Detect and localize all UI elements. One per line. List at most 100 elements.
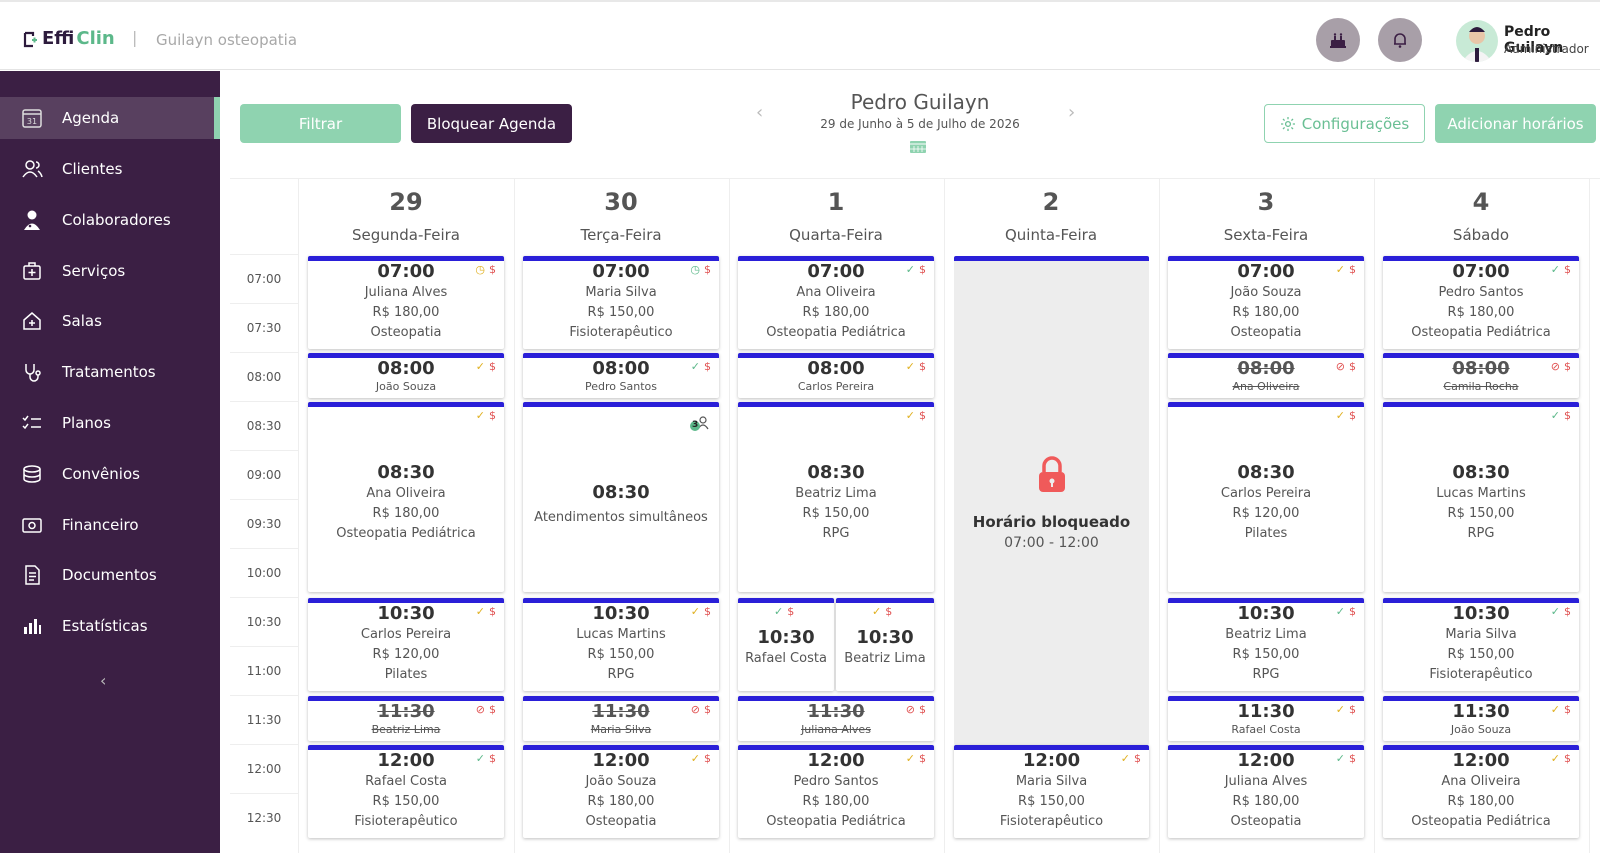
appointment-card[interactable]: ✓ $ 12:00 Pedro Santos R$ 180,00 Osteopat…: [738, 745, 934, 838]
appointment-card[interactable]: ✓ $ 12:00 Rafael Costa R$ 150,00 Fisioter…: [308, 745, 504, 838]
appointment-card[interactable]: ✓ $ 11:30 Rafael Costa: [1168, 696, 1364, 741]
payment-icon: $: [1564, 605, 1571, 618]
lock-icon: [1036, 456, 1068, 498]
appointment-card[interactable]: ✓ $ 10:30 Rafael Costa: [738, 598, 834, 691]
confirmed-icon: ✓: [1550, 752, 1560, 765]
grid-line: [230, 597, 298, 598]
payment-icon: $: [1349, 360, 1356, 373]
logo-prefix: Effi: [42, 28, 75, 49]
grid-line: [1159, 178, 1160, 853]
appointment-card[interactable]: ◷ $ 07:00 Juliana Alves R$ 180,00 Osteopa…: [308, 256, 504, 349]
payment-icon: $: [489, 263, 496, 276]
cancelled-icon: ⊘: [1550, 360, 1560, 373]
payment-icon: $: [1564, 752, 1571, 765]
prev-week-button[interactable]: ‹: [756, 102, 763, 123]
appointment-card[interactable]: ✓ $ 10:30 Carlos Pereira R$ 120,00 Pilate…: [308, 598, 504, 691]
pending-icon: ◷: [690, 263, 700, 276]
appointment-card[interactable]: ✓ $ 08:30 Ana Oliveira R$ 180,00 Osteopat…: [308, 402, 504, 592]
filter-button[interactable]: Filtrar: [240, 104, 401, 143]
sidebar-item-tratamentos[interactable]: Tratamentos: [0, 351, 220, 393]
add-hours-button[interactable]: Adicionar horários: [1435, 104, 1596, 143]
document-icon: [18, 564, 46, 586]
appointment-card-cancelled[interactable]: ⊘ $ 11:30 Juliana Alves: [738, 696, 934, 741]
appointment-card[interactable]: ✓ $ 12:00 Juliana Alves R$ 180,00 Osteopa…: [1168, 745, 1364, 838]
appointment-card-cancelled[interactable]: ⊘ $ 08:00 Ana Oliveira: [1168, 353, 1364, 398]
simultaneous-appointments-card[interactable]: 3 08:30 Atendimentos simultâneos: [523, 402, 719, 592]
appointment-card[interactable]: ✓ $ 08:00 João Souza: [308, 353, 504, 398]
payment-icon: $: [919, 409, 926, 422]
appointment-card[interactable]: ◷ $ 07:00 Maria Silva R$ 150,00 Fisiotera…: [523, 256, 719, 349]
appointment-card[interactable]: ✓ $ 12:00 João Souza R$ 180,00 Osteopatia: [523, 745, 719, 838]
logo[interactable]: Effi Clin: [22, 28, 115, 49]
appointment-card[interactable]: ✓ $ 07:00 Pedro Santos R$ 180,00 Osteopat…: [1383, 256, 1579, 349]
appointment-card-cancelled[interactable]: ⊘ $ 11:30 Beatriz Lima: [308, 696, 504, 741]
grid-line: [1589, 178, 1590, 853]
appointment-card[interactable]: ✓ $ 08:00 Pedro Santos: [523, 353, 719, 398]
payment-icon: $: [1134, 752, 1141, 765]
cake-icon: [1330, 33, 1346, 48]
confirmed-icon: ✓: [1335, 752, 1345, 765]
appointment-card[interactable]: ✓ $ 11:30 João Souza: [1383, 696, 1579, 741]
users-icon: [18, 158, 46, 180]
appointment-card[interactable]: ✓ $ 08:30 Lucas Martins R$ 150,00 RPG: [1383, 402, 1579, 592]
day-name: Sexta-Feira: [1223, 226, 1309, 244]
grid-line: [230, 646, 298, 647]
sidebar-item-salas[interactable]: Salas: [0, 300, 220, 342]
grid-line: [298, 178, 299, 853]
blocked-slot[interactable]: Horário bloqueado 07:00 - 12:00: [954, 256, 1149, 745]
appointment-card[interactable]: ✓ $ 08:00 Carlos Pereira: [738, 353, 934, 398]
calendar-picker-icon[interactable]: [909, 139, 927, 158]
sidebar-item-planos[interactable]: Planos: [0, 402, 220, 444]
grid-line: [230, 254, 298, 255]
sidebar-item-agenda[interactable]: 31 Agenda: [0, 97, 220, 139]
appointment-card[interactable]: ✓ $ 10:30 Lucas Martins R$ 150,00 RPG: [523, 598, 719, 691]
appointment-card[interactable]: ✓ $ 12:00 Maria Silva R$ 150,00 Fisiotera…: [954, 745, 1149, 838]
time-label: 08:00: [246, 370, 282, 384]
grid-line: [230, 303, 298, 304]
appointment-card[interactable]: ✓ $ 08:30 Beatriz Lima R$ 150,00 RPG: [738, 402, 934, 592]
sidebar-item-colaboradores[interactable]: Colaboradores: [0, 199, 220, 241]
block-agenda-button[interactable]: Bloquear Agenda: [411, 104, 572, 143]
professional-name: Pedro Guilayn: [850, 90, 990, 114]
day-number: 30: [604, 188, 638, 216]
settings-button[interactable]: Configurações: [1264, 104, 1425, 143]
sidebar-item-servicos[interactable]: Serviços: [0, 250, 220, 292]
grid-line: [230, 695, 298, 696]
birthday-button[interactable]: [1316, 18, 1360, 62]
avatar[interactable]: [1456, 20, 1498, 62]
confirmed-icon: ✓: [905, 263, 915, 276]
appointment-card-cancelled[interactable]: ⊘ $ 11:30 Maria Silva: [523, 696, 719, 741]
appointment-card[interactable]: ✓ $ 10:30 Beatriz Lima R$ 150,00 RPG: [1168, 598, 1364, 691]
day-name: Terça-Feira: [580, 226, 662, 244]
day-number: 1: [827, 188, 845, 216]
appointment-card[interactable]: ✓ $ 12:00 Ana Oliveira R$ 180,00 Osteopat…: [1383, 745, 1579, 838]
sidebar-collapse-button[interactable]: ‹: [100, 671, 106, 690]
appointment-card[interactable]: ✓ $ 10:30 Beatriz Lima: [836, 598, 934, 691]
sidebar-item-clientes[interactable]: Clientes: [0, 148, 220, 190]
sidebar-item-estatisticas[interactable]: Estatísticas: [0, 605, 220, 647]
user-role: Administrador: [1504, 42, 1589, 56]
payment-icon: $: [1564, 263, 1571, 276]
grid-line: [230, 352, 298, 353]
blocked-title: Horário bloqueado: [972, 513, 1131, 531]
time-label: 07:00: [246, 272, 282, 286]
sidebar-item-financeiro[interactable]: Financeiro: [0, 504, 220, 546]
sidebar-item-documentos[interactable]: Documentos: [0, 554, 220, 596]
grid-line: [514, 178, 515, 853]
time-label: 11:30: [246, 713, 282, 727]
appointment-card[interactable]: ✓ $ 08:30 Carlos Pereira R$ 120,00 Pilate…: [1168, 402, 1364, 592]
simultaneous-count-badge: 3: [692, 420, 699, 430]
appointment-card[interactable]: ✓ $ 07:00 Ana Oliveira R$ 180,00 Osteopat…: [738, 256, 934, 349]
appointment-card[interactable]: ✓ $ 10:30 Maria Silva R$ 150,00 Fisiotera…: [1383, 598, 1579, 691]
logo-suffix: Clin: [76, 28, 115, 49]
payment-icon: $: [919, 263, 926, 276]
stethoscope-icon: [18, 361, 46, 383]
grid-line: [1374, 178, 1375, 853]
notifications-button[interactable]: [1378, 18, 1422, 62]
sidebar-item-convenios[interactable]: Convênios: [0, 453, 220, 495]
appointment-card[interactable]: ✓ $ 07:00 João Souza R$ 180,00 Osteopatia: [1168, 256, 1364, 349]
day-name: Quarta-Feira: [789, 226, 883, 244]
next-week-button[interactable]: ›: [1068, 102, 1075, 123]
appointment-card-cancelled[interactable]: ⊘ $ 08:00 Camila Rocha: [1383, 353, 1579, 398]
payment-icon: $: [1349, 703, 1356, 716]
